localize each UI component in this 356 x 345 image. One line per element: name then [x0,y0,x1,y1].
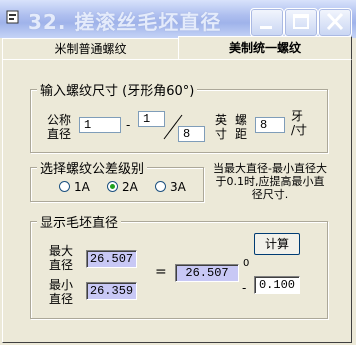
maximize-icon [293,14,309,29]
radio-1a[interactable] [59,181,70,192]
minimize-button[interactable] [250,8,284,37]
app-window: 32. 搓滚丝毛坯直径 米制普通螺纹 美制统一螺纹 输入螺纹尺寸 (牙形角60°… [0,0,356,345]
lower-deviation-output: 0.100 [254,276,300,294]
window-title: 32. 搓滚丝毛坯直径 [28,10,222,34]
radio-1a-label[interactable]: 1A [74,180,90,194]
inch-label-2: 寸 [215,127,228,141]
calculate-button[interactable]: 计算 [254,233,300,255]
thread-size-group-title: 输入螺纹尺寸 (牙形角60°) [37,80,198,99]
tolerance-group-title: 选择螺纹公差级别 [37,158,148,177]
max-diameter-output: 26.507 [86,250,137,268]
min-diameter-label-2: 直径 [49,292,74,306]
close-icon [326,12,344,31]
app-icon [6,10,19,24]
max-diameter-label-2: 直径 [49,258,74,272]
tab-metric-thread[interactable]: 米制普通螺纹 [2,38,179,59]
minus-sign: - [242,281,247,295]
upper-deviation-label: 0 [243,258,250,269]
nominal-diameter-label-2: 直径 [47,127,72,141]
hint-note: 当最大直径-最小直径大于0.1时,应提高最小直径尺寸. [213,162,327,201]
nominal-diameter-label-1: 公称 [47,113,72,127]
min-diameter-output: 26.359 [86,282,137,300]
pitch-input[interactable]: 8 [255,117,285,133]
minimize-icon [260,26,272,29]
max-diameter-label-1: 最大 [49,244,74,258]
whole-inch-input[interactable]: 1 [79,117,121,133]
dash-label: - [126,118,131,132]
pitch-label-2: 距 [235,127,248,141]
min-diameter-label-1: 最小 [49,278,74,292]
tab-unified-thread[interactable]: 美制统一螺纹 [178,36,352,60]
inch-label-1: 英 [215,113,228,127]
close-button[interactable] [318,8,352,37]
pitch-label-1: 螺 [235,113,248,127]
fraction-numerator-input[interactable]: 1 [138,111,165,127]
pitch-unit-label-2: /寸 [291,123,308,137]
title-bar[interactable]: 32. 搓滚丝毛坯直径 [0,0,356,38]
maximize-button[interactable] [284,8,318,37]
equals-sign: = [155,264,167,280]
nominal-blank-output: 26.507 [175,264,239,282]
blank-diameter-group-title: 显示毛坯直径 [37,212,122,231]
radio-2a[interactable] [107,181,118,192]
fraction-denominator-input[interactable]: 8 [178,126,205,142]
radio-3a-label[interactable]: 3A [170,180,186,194]
radio-2a-label[interactable]: 2A [122,180,138,194]
pitch-unit-label-1: 牙 [291,109,304,123]
radio-3a[interactable] [155,181,166,192]
